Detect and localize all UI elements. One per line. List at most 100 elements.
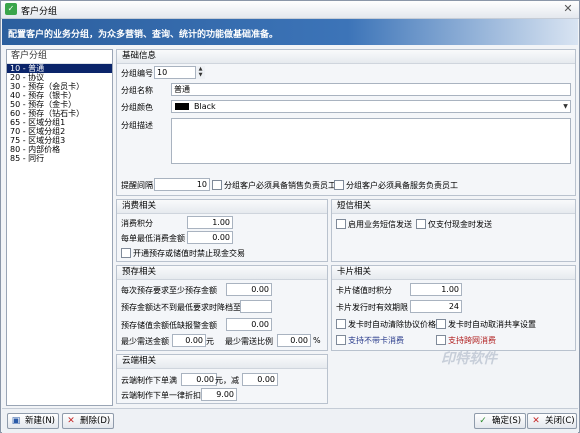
window-title: 客户分组 bbox=[21, 7, 58, 17]
group-item-50[interactable]: 50 - 预存（金卡） bbox=[7, 100, 112, 109]
prepay-warn-input[interactable]: 0.00 bbox=[226, 318, 272, 331]
group-list[interactable]: 客户分组 10 - 普通 20 - 协议 30 - 预存（会员卡） 40 - 预… bbox=[6, 49, 113, 406]
banner-text: 配置客户的业务分组，为众多营销、查询、统计的功能做基础准备。 bbox=[8, 30, 279, 40]
min-deposit-input[interactable]: 0.00 bbox=[172, 334, 206, 347]
cross-store-label: 支持跨网消费 bbox=[448, 336, 496, 345]
group-desc-textarea[interactable] bbox=[171, 118, 571, 164]
cloud-group: 云端相关 云端制作下单满 0.00 元，减 0.00 云端制作下单一律折扣 9.… bbox=[116, 354, 328, 404]
group-item-30[interactable]: 30 - 预存（会员卡） bbox=[7, 82, 112, 91]
customer-group-window: ✓ 客户分组 ✕ 配置客户的业务分组，为众多营销、查询、统计的功能做基础准备。 … bbox=[0, 0, 580, 433]
group-code-spinner[interactable]: ▲ ▼ bbox=[195, 66, 205, 79]
consume-points-label: 消费积分 bbox=[121, 219, 153, 228]
cross-store-checkbox[interactable] bbox=[436, 335, 446, 345]
sales-owner-label: 分组客户必须具备销售负责员工 bbox=[224, 181, 336, 190]
group-item-40[interactable]: 40 - 预存（银卡） bbox=[7, 91, 112, 100]
footer-bar: ▣ 新建(N) ✕ 删除(D) ✓ 确定(S) ✕ 关闭(C) bbox=[2, 408, 578, 433]
card-valid-label: 卡片发行时有效期限 bbox=[336, 303, 408, 312]
min-deposit-label: 最少需送金额 bbox=[121, 337, 169, 346]
basic-info-header: 基础信息 bbox=[117, 50, 575, 64]
group-item-85[interactable]: 85 - 同行 bbox=[7, 154, 112, 163]
close-button[interactable]: ✕ 关闭(C) bbox=[527, 413, 577, 429]
color-swatch bbox=[175, 103, 189, 110]
service-owner-label: 分组客户必须具备服务负责员工 bbox=[346, 181, 458, 190]
group-code-label: 分组编号 bbox=[121, 69, 153, 78]
cloud-minus-unit: 元，减 bbox=[215, 376, 239, 385]
close-button-label: 关闭(C) bbox=[545, 416, 575, 426]
group-list-header: 客户分组 bbox=[7, 50, 112, 64]
auto-cancel-checkbox[interactable] bbox=[436, 319, 446, 329]
cloud-full-input[interactable]: 0.00 bbox=[181, 373, 217, 386]
cloud-minus-input[interactable]: 0.00 bbox=[242, 373, 278, 386]
cloud-full-label: 云端制作下单满 bbox=[121, 376, 177, 385]
group-item-80[interactable]: 80 - 内部价格 bbox=[7, 145, 112, 154]
cloud-header: 云端相关 bbox=[117, 355, 327, 369]
delete-button-label: 删除(D) bbox=[80, 416, 111, 426]
remind-label: 提醒间隔 bbox=[121, 181, 153, 190]
auto-delete-label: 发卡时自动清除协议价格 bbox=[348, 320, 436, 329]
sms-cash-only-checkbox[interactable] bbox=[416, 219, 426, 229]
consume-points-input[interactable]: 1.00 bbox=[187, 216, 233, 229]
sms-group: 短信相关 启用业务短信发送 仅支付现金时发送 bbox=[331, 199, 576, 262]
cloud-discount-input[interactable]: 9.00 bbox=[201, 388, 237, 401]
card-group: 卡片相关 卡片储值时积分 1.00 卡片发行时有效期限 24 发卡时自动清除协议… bbox=[331, 265, 576, 351]
group-item-65[interactable]: 65 - 区域分组1 bbox=[7, 118, 112, 127]
no-card-label: 支持不带卡消费 bbox=[348, 336, 404, 345]
group-item-60[interactable]: 60 - 预存（钻石卡） bbox=[7, 109, 112, 118]
delete-icon: ✕ bbox=[67, 416, 75, 426]
consume-header: 消费相关 bbox=[117, 200, 327, 214]
block-cash-checkbox[interactable] bbox=[121, 248, 131, 258]
service-owner-checkbox[interactable] bbox=[334, 180, 344, 190]
prepay-header: 预存相关 bbox=[117, 266, 327, 280]
card-valid-input[interactable]: 24 bbox=[410, 300, 462, 313]
title-bar: ✓ 客户分组 ✕ bbox=[1, 1, 579, 19]
banner: 配置客户的业务分组，为众多营销、查询、统计的功能做基础准备。 bbox=[2, 19, 578, 45]
card-header: 卡片相关 bbox=[332, 266, 575, 280]
no-card-checkbox[interactable] bbox=[336, 335, 346, 345]
new-icon: ▣ bbox=[11, 416, 21, 426]
prepay-warn-label: 预存储值余额低缺报警金额 bbox=[121, 321, 217, 330]
min-consume-label: 每单最低消费金额 bbox=[121, 234, 185, 243]
min-ratio-label: 最少需送比例 bbox=[225, 337, 273, 346]
group-color-label: 分组颜色 bbox=[121, 103, 153, 112]
card-points-label: 卡片储值时积分 bbox=[336, 286, 392, 295]
min-ratio-unit: % bbox=[313, 336, 321, 345]
card-points-input[interactable]: 1.00 bbox=[410, 283, 462, 296]
prepay-expire-label: 预存金额达不到最低要求时降档至 bbox=[121, 303, 241, 312]
prepay-each-input[interactable]: 0.00 bbox=[226, 283, 272, 296]
basic-info-group: 基础信息 分组编号 10 ▲ ▼ 分组名称 普通 分组颜色 Black ▼ 分组描… bbox=[116, 49, 576, 196]
group-name-input[interactable]: 普通 bbox=[171, 83, 571, 96]
group-item-20[interactable]: 20 - 协议 bbox=[7, 73, 112, 82]
consume-group: 消费相关 消费积分 1.00 每单最低消费金额 0.00 开通预存或储值时禁止现… bbox=[116, 199, 328, 262]
close-button-icon: ✕ bbox=[532, 416, 540, 426]
auto-delete-checkbox[interactable] bbox=[336, 319, 346, 329]
sms-enable-label: 启用业务短信发送 bbox=[348, 220, 412, 229]
delete-button[interactable]: ✕ 删除(D) bbox=[62, 413, 114, 429]
sms-cash-only-label: 仅支付现金时发送 bbox=[428, 220, 492, 229]
app-icon: ✓ bbox=[5, 3, 17, 15]
new-button[interactable]: ▣ 新建(N) bbox=[7, 413, 59, 429]
auto-cancel-label: 发卡时自动取消共享设置 bbox=[448, 320, 536, 329]
group-desc-label: 分组描述 bbox=[121, 121, 153, 130]
sales-owner-checkbox[interactable] bbox=[212, 180, 222, 190]
ok-button-label: 确定(S) bbox=[492, 416, 522, 426]
group-color-select[interactable]: Black ▼ bbox=[171, 100, 571, 113]
min-consume-input[interactable]: 0.00 bbox=[187, 231, 233, 244]
sms-enable-checkbox[interactable] bbox=[336, 219, 346, 229]
prepay-expire-input[interactable] bbox=[240, 300, 272, 313]
min-ratio-input[interactable]: 0.00 bbox=[277, 334, 311, 347]
group-item-70[interactable]: 70 - 区域分组2 bbox=[7, 127, 112, 136]
group-name-label: 分组名称 bbox=[121, 86, 153, 95]
min-deposit-unit: 元 bbox=[206, 337, 214, 346]
group-code-input[interactable]: 10 bbox=[154, 66, 198, 79]
ok-button[interactable]: ✓ 确定(S) bbox=[474, 413, 526, 429]
prepay-group: 预存相关 每次预存要求至少预存金额 0.00 预存金额达不到最低要求时降档至 预… bbox=[116, 265, 328, 351]
group-item-75[interactable]: 75 - 区域分组3 bbox=[7, 136, 112, 145]
sms-header: 短信相关 bbox=[332, 200, 575, 214]
group-item-10[interactable]: 10 - 普通 bbox=[7, 64, 112, 73]
block-cash-label: 开通预存或储值时禁止现金交易 bbox=[133, 249, 245, 258]
check-icon: ✓ bbox=[479, 416, 487, 426]
close-icon[interactable]: ✕ bbox=[561, 2, 575, 16]
cloud-discount-label: 云端制作下单一律折扣 bbox=[121, 391, 201, 400]
chevron-down-icon: ▼ bbox=[563, 103, 568, 110]
remind-input[interactable]: 10 bbox=[154, 178, 210, 191]
